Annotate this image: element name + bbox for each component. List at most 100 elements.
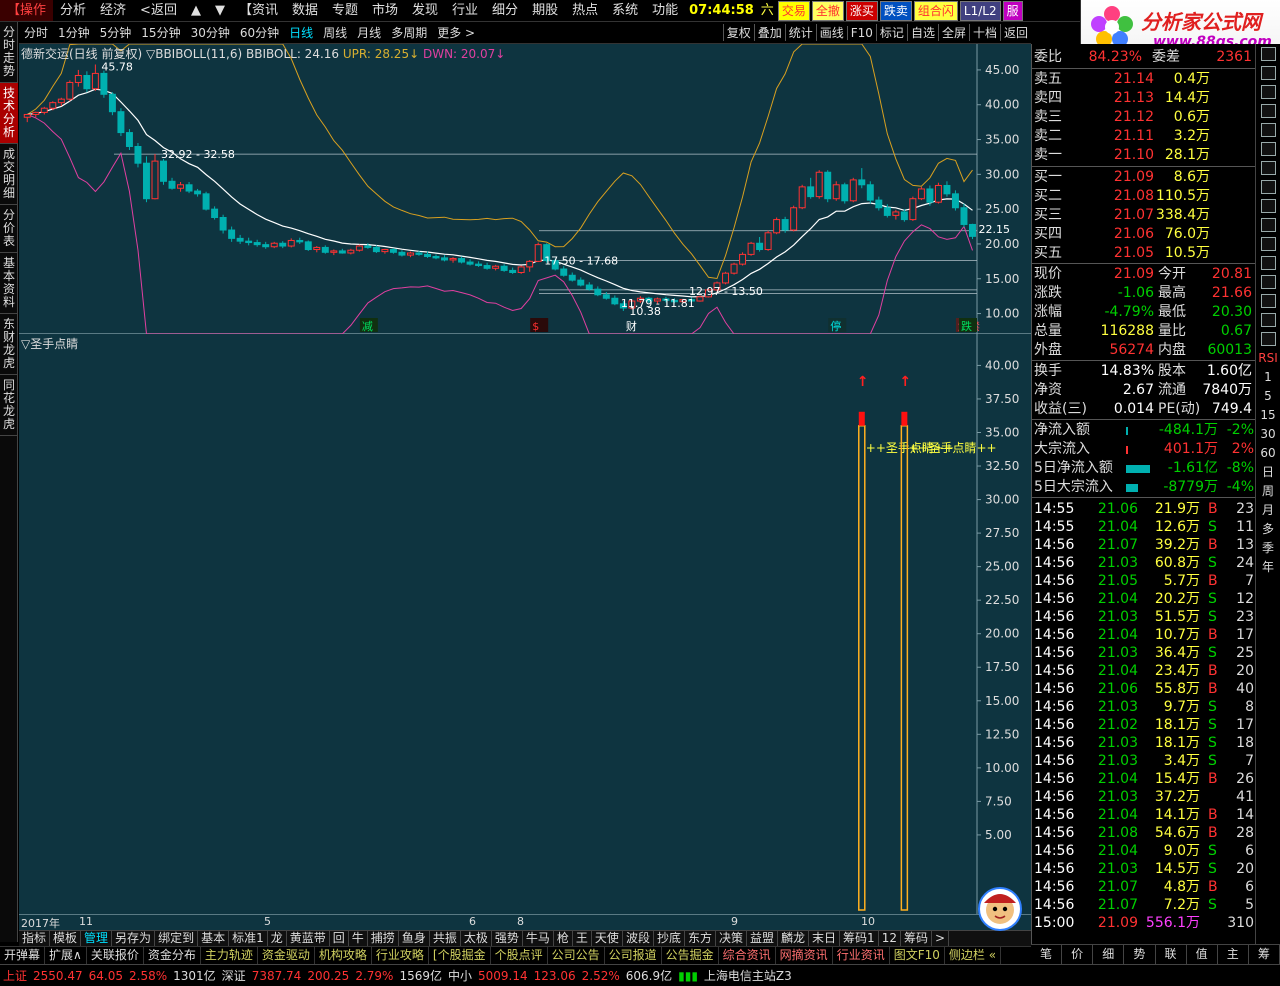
tool-icon-8[interactable]	[1256, 196, 1280, 215]
trade-button-0[interactable]: 交易	[777, 0, 810, 21]
candle-body[interactable]	[568, 274, 576, 281]
candle-body[interactable]	[909, 198, 917, 221]
candle-body[interactable]	[585, 284, 593, 290]
candle-body[interactable]	[23, 113, 31, 118]
right-bar-item-3[interactable]: 15	[1256, 405, 1280, 424]
signal-bar[interactable]	[858, 425, 866, 911]
tick-tab-6[interactable]: 主	[1218, 945, 1249, 964]
indicator-tab-10[interactable]: 牛	[349, 931, 368, 946]
indicator-tab-16[interactable]: 牛马	[523, 931, 554, 946]
candle-body[interactable]	[108, 93, 116, 113]
candle-body[interactable]	[858, 179, 866, 186]
candle-body[interactable]	[355, 245, 363, 251]
candle-body[interactable]	[321, 246, 329, 253]
tool-icon-5[interactable]	[1256, 139, 1280, 158]
assistant-mascot-icon[interactable]	[972, 883, 1028, 931]
indicator-tab-29[interactable]: 筹码	[901, 931, 932, 946]
candle-body[interactable]	[125, 132, 133, 147]
info-tab-7[interactable]: 行业攻略	[372, 947, 429, 964]
candle-body[interactable]	[211, 208, 219, 218]
indicator-chart[interactable]: 40.00 37.50 35.00 32.50 30.00 27.50 25.00 22.50…	[19, 334, 1031, 914]
candle-body[interactable]	[134, 145, 142, 164]
menu-item-15[interactable]: 系统	[605, 0, 645, 21]
right-bar-item-1[interactable]: 1	[1256, 367, 1280, 386]
indicator-title[interactable]: ▽圣手点睛	[21, 335, 78, 352]
server-name[interactable]: 上海电信主站Z3	[701, 967, 795, 984]
candle-body[interactable]	[747, 242, 755, 255]
candle-body[interactable]	[781, 219, 789, 231]
candle-body[interactable]	[168, 180, 176, 189]
indicator-tab-1[interactable]: 模板	[50, 931, 82, 946]
candle-body[interactable]	[807, 186, 815, 198]
info-tab-10[interactable]: 公司公告	[548, 947, 605, 964]
candle-body[interactable]	[730, 263, 738, 274]
candle-body[interactable]	[849, 179, 857, 202]
candle-body[interactable]	[756, 242, 764, 251]
chart-tool-4[interactable]: F10	[846, 25, 876, 40]
candle-body[interactable]	[441, 257, 449, 261]
indicator-tab-24[interactable]: 益盟	[747, 931, 779, 946]
chart-tool-0[interactable]: 复权	[722, 24, 754, 41]
candle-body[interactable]	[364, 245, 372, 248]
candle-body[interactable]	[83, 74, 91, 90]
candle-body[interactable]	[934, 184, 942, 203]
chart-tool-8[interactable]: 十档	[968, 24, 1000, 41]
candle-body[interactable]	[560, 268, 568, 276]
candle-body[interactable]	[100, 72, 108, 95]
info-tab-15[interactable]: 行业资讯	[833, 947, 890, 964]
info-tab-3[interactable]: 资金分布	[144, 947, 201, 964]
menu-item-10[interactable]: 发现	[405, 0, 445, 21]
indicator-tab-27[interactable]: 筹码1	[840, 931, 879, 946]
candle-body[interactable]	[866, 184, 874, 201]
period-tab-10[interactable]: 更多 >	[432, 24, 480, 41]
kline-svg[interactable]: 45.00 40.00 35.00 30.00 25.00 20.00 15.00 10.00…	[19, 44, 1031, 334]
candle-body[interactable]	[577, 279, 585, 286]
info-tab-13[interactable]: 综合资讯	[719, 947, 776, 964]
candle-body[interactable]	[330, 250, 338, 253]
candle-body[interactable]	[177, 184, 185, 189]
event-marker[interactable]: $	[532, 320, 539, 333]
candle-body[interactable]	[151, 160, 159, 200]
indicator-tab-17[interactable]: 枪	[554, 931, 573, 946]
candle-body[interactable]	[372, 246, 380, 253]
candle-body[interactable]	[943, 184, 951, 195]
tick-tab-2[interactable]: 细	[1093, 945, 1125, 964]
info-tab-2[interactable]: 关联报价	[87, 947, 144, 964]
left-tab-1[interactable]: 技术分析	[0, 83, 18, 144]
trade-button-1[interactable]: 全撤	[811, 0, 844, 21]
chart-tool-5[interactable]: 标记	[875, 24, 907, 41]
candle-body[interactable]	[228, 229, 236, 239]
indicator-tab-15[interactable]: 强势	[492, 931, 523, 946]
candle-body[interactable]	[406, 252, 414, 256]
right-bar-item-11[interactable]: 年	[1256, 557, 1280, 576]
right-bar-item-5[interactable]: 60	[1256, 443, 1280, 462]
period-tab-6[interactable]: 日线	[284, 24, 318, 41]
candle-body[interactable]	[245, 240, 253, 244]
indicator-tab-9[interactable]: 回	[330, 931, 349, 946]
tool-icon-1[interactable]	[1256, 63, 1280, 82]
candle-body[interactable]	[91, 72, 99, 90]
trade-button-5[interactable]: L1/L2	[959, 0, 1001, 21]
candle-body[interactable]	[517, 266, 525, 273]
event-marker[interactable]: 财	[626, 319, 637, 333]
candle-body[interactable]	[313, 246, 321, 251]
candle-body[interactable]	[57, 98, 65, 104]
menu-item-9[interactable]: 市场	[365, 0, 405, 21]
tool-icon-10[interactable]	[1256, 234, 1280, 253]
left-tab-6[interactable]: 同花龙虎	[0, 375, 18, 436]
menu-item-14[interactable]: 热点	[565, 0, 605, 21]
candle-body[interactable]	[594, 288, 602, 296]
menu-item-1[interactable]: 分析	[53, 0, 93, 21]
chart-tool-3[interactable]: 画线	[815, 24, 847, 41]
menu-item-16[interactable]: 功能	[645, 0, 685, 21]
indicator-tab-3[interactable]: 另存为	[112, 931, 156, 946]
candle-body[interactable]	[202, 193, 210, 210]
candle-body[interactable]	[492, 265, 500, 269]
candle-body[interactable]	[185, 184, 193, 192]
candle-body[interactable]	[389, 249, 397, 253]
indicator-svg[interactable]: 40.00 37.50 35.00 32.50 30.00 27.50 25.00 22.50…	[19, 334, 1031, 914]
chart-tool-1[interactable]: 叠加	[753, 24, 785, 41]
indicator-tab-30[interactable]: >	[932, 931, 950, 946]
info-tab-14[interactable]: 网摘资讯	[776, 947, 833, 964]
info-tab-0[interactable]: 开弹幕	[0, 947, 46, 964]
